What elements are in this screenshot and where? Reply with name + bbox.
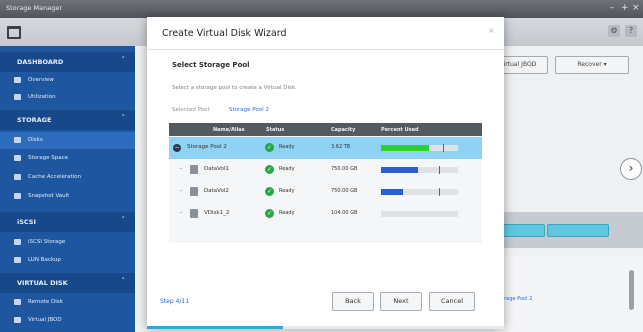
iscsi-icon <box>14 239 21 245</box>
column-header-percent-used: Percent Used <box>381 127 419 133</box>
percent-used-bar <box>381 211 458 217</box>
wizard-progress-fill <box>147 326 283 329</box>
column-header-capacity: Capacity <box>331 127 356 133</box>
step-title: Select Storage Pool <box>172 61 250 69</box>
volume-status: Ready <box>279 188 295 194</box>
sidebar-section-iscsi[interactable]: iSCSI ˄ <box>0 212 135 232</box>
volume-capacity: 750.00 GB <box>331 188 358 194</box>
snapshot-icon <box>14 193 21 199</box>
table-header: Name/Alias Status Capacity Percent Used <box>169 123 482 136</box>
sidebar-item-snapshot-vault[interactable]: Snapshot Vault <box>0 188 135 205</box>
detail-panel <box>494 256 643 332</box>
help-icon[interactable]: ? <box>625 25 637 37</box>
storage-space-icon <box>14 155 21 161</box>
scrollbar[interactable] <box>629 270 634 310</box>
settings-icon[interactable]: ⚙ <box>608 25 620 37</box>
cancel-button[interactable]: Cancel <box>429 292 475 311</box>
volume-capacity: 750.00 GB <box>331 166 358 172</box>
storage-pool-table: Name/Alias Status Capacity Percent Used … <box>169 123 482 243</box>
tree-line-icon: – <box>179 186 183 194</box>
volume-name: DataVol2 <box>204 188 229 194</box>
percent-used-bar <box>381 166 458 174</box>
sidebar-item-remote-disk[interactable]: Remote Disk <box>0 294 135 311</box>
volume-icon <box>190 209 198 218</box>
sidebar: DASHBOARD ˄ Overview Utilization STORAGE ˄… <box>0 46 135 332</box>
threshold-marker <box>442 144 444 152</box>
step-counter: Step 4/11 <box>160 298 190 305</box>
tree-line-icon: – <box>179 164 183 172</box>
cache-icon <box>14 174 21 180</box>
volume-icon <box>190 165 198 174</box>
close-icon[interactable]: × <box>632 3 640 13</box>
column-header-name: Name/Alias <box>213 127 245 133</box>
percent-used-bar <box>381 144 458 152</box>
percent-used-bar <box>381 188 458 196</box>
overview-icon <box>14 77 21 83</box>
threshold-marker <box>438 188 440 196</box>
sidebar-item-utilization[interactable]: Utilization <box>0 89 135 106</box>
table-row[interactable]: – DataVol1 ✓ Ready 750.00 GB <box>169 159 482 181</box>
percent-used-fill <box>381 167 418 173</box>
tree-line-icon: – <box>179 208 183 216</box>
pool-name: Storage Pool 2 <box>187 144 227 150</box>
chevron-right-icon[interactable]: › <box>620 158 642 180</box>
sidebar-item-storage-space[interactable]: Storage Space <box>0 150 135 167</box>
maximize-icon[interactable]: + <box>621 3 629 13</box>
volume-status: Ready <box>279 166 295 172</box>
create-virtual-disk-wizard: Create Virtual Disk Wizard × Select Stor… <box>147 17 504 329</box>
sidebar-item-lun-backup[interactable]: LUN Backup <box>0 252 135 269</box>
check-icon: ✓ <box>265 143 274 152</box>
sidebar-section-storage[interactable]: STORAGE ˄ <box>0 110 135 130</box>
check-icon: ✓ <box>265 187 274 196</box>
volume-icon <box>190 187 198 196</box>
window-titlebar: Storage Manager – + × <box>0 0 643 18</box>
table-row[interactable]: − Storage Pool 2 ✓ Ready 3.62 TB <box>169 137 482 159</box>
action-button-1[interactable] <box>499 224 545 237</box>
threshold-marker <box>438 166 440 174</box>
check-icon: ✓ <box>265 165 274 174</box>
close-icon[interactable]: × <box>488 26 495 35</box>
sidebar-item-iscsi-storage[interactable]: iSCSI Storage <box>0 234 135 251</box>
wizard-progress-bar <box>147 326 504 329</box>
sidebar-section-virtual-disk[interactable]: VIRTUAL DISK ˄ <box>0 273 135 293</box>
next-button[interactable]: Next <box>380 292 422 311</box>
step-description: Select a storage pool to create a Virtua… <box>172 85 297 91</box>
sidebar-item-overview[interactable]: Overview <box>0 72 135 89</box>
action-button-2[interactable] <box>547 224 609 237</box>
volume-name: VDisk1_2 <box>204 210 230 216</box>
pool-status: Ready <box>279 144 295 150</box>
divider <box>147 49 504 50</box>
lun-backup-icon <box>14 257 21 263</box>
column-header-status: Status <box>266 127 285 133</box>
sidebar-section-dashboard[interactable]: DASHBOARD ˄ <box>0 52 135 72</box>
sidebar-item-cache-acceleration[interactable]: Cache Acceleration <box>0 169 135 186</box>
collapse-icon[interactable]: − <box>173 144 181 152</box>
recover-button[interactable]: Recover ▾ <box>555 56 629 74</box>
back-button[interactable]: Back <box>332 292 374 311</box>
window-title: Storage Manager <box>6 4 62 12</box>
percent-used-fill <box>381 145 429 151</box>
pool-capacity: 3.62 TB <box>331 144 351 150</box>
percent-used-fill <box>381 189 403 195</box>
selected-pool-value: Storage Pool 2 <box>229 107 269 113</box>
virtual-jbod-icon <box>14 317 21 323</box>
sidebar-item-disks[interactable]: Disks <box>0 132 135 149</box>
window-icon <box>7 26 21 39</box>
volume-status: Ready <box>279 210 295 216</box>
volume-capacity: 104.00 GB <box>331 210 358 216</box>
table-row[interactable]: – DataVol2 ✓ Ready 750.00 GB <box>169 181 482 203</box>
sidebar-item-virtual-jbod[interactable]: Virtual JBOD <box>0 312 135 329</box>
volume-name: DataVol1 <box>204 166 229 172</box>
remote-disk-icon <box>14 299 21 305</box>
disks-icon <box>14 137 21 143</box>
wizard-title: Create Virtual Disk Wizard <box>162 28 287 39</box>
selected-pool-label: Selected Pool: <box>172 107 211 113</box>
check-icon: ✓ <box>265 209 274 218</box>
table-row[interactable]: – VDisk1_2 ✓ Ready 104.00 GB <box>169 203 482 225</box>
minimize-icon[interactable]: – <box>610 3 615 13</box>
utilization-icon <box>14 94 21 100</box>
